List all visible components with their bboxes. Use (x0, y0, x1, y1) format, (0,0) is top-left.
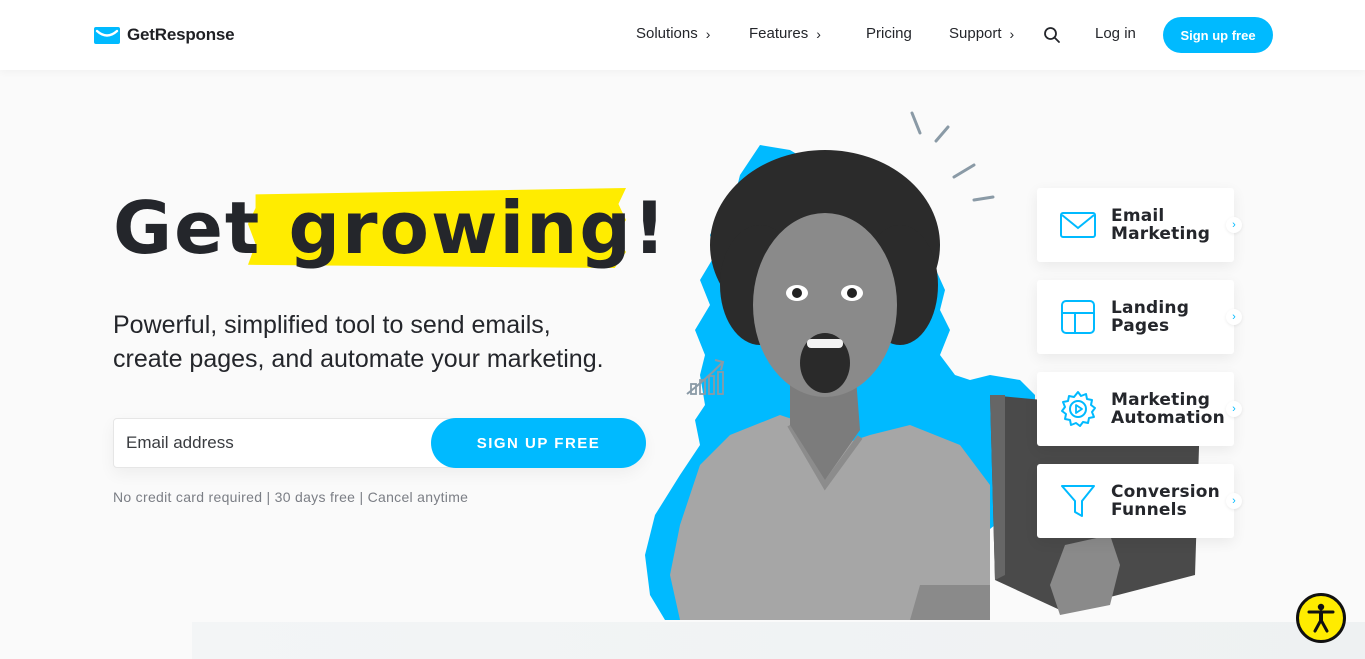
feature-card-label-line-1: Conversion (1111, 482, 1220, 502)
feature-card-email-marketing[interactable]: Email Marketing › (1037, 188, 1242, 262)
accessibility-icon[interactable] (1296, 593, 1346, 643)
feature-card-marketing-automation[interactable]: Marketing Automation › (1037, 372, 1242, 446)
feature-card-label: Email Marketing (1111, 207, 1221, 243)
nav-pricing[interactable]: Pricing (866, 25, 912, 42)
nav-solutions[interactable]: Solutions › (636, 25, 710, 42)
feature-card-label: Marketing Automation (1111, 390, 1225, 428)
gear-play-icon (1061, 391, 1096, 427)
nav-support[interactable]: Support › (949, 25, 1014, 42)
feature-card-label-line-2: Funnels (1111, 500, 1187, 520)
nav-solutions-label: Solutions (636, 25, 698, 42)
signup-free-button[interactable]: SIGN UP FREE (431, 418, 646, 468)
hero-subtitle: Powerful, simplified tool to send emails… (113, 308, 673, 376)
feature-card-label-line-1: Email (1111, 206, 1165, 226)
nav-support-label: Support (949, 25, 1002, 42)
nav-features[interactable]: Features › (749, 25, 821, 42)
site-header: GetResponse Solutions › Features › Prici… (0, 0, 1365, 70)
hero-title-word-2: growing! (288, 186, 668, 270)
feature-card-label-line-2: Pages (1111, 316, 1170, 336)
chevron-right-icon: › (705, 25, 711, 42)
email-input[interactable] (114, 419, 432, 467)
feature-card-label-line-2: Marketing (1111, 224, 1211, 244)
feature-card-label-line-2: Automation (1111, 408, 1225, 428)
chevron-right-icon: › (816, 25, 821, 42)
logo-text: GetResponse (127, 25, 235, 44)
hero-subtitle-line-2: create pages, and automate your marketin… (113, 345, 604, 373)
chevron-right-icon: › (1009, 25, 1015, 42)
search-icon[interactable] (1043, 26, 1061, 44)
feature-card-label: Landing Pages (1111, 299, 1221, 335)
hero-subtitle-line-1: Powerful, simplified tool to send emails… (113, 311, 551, 339)
chevron-right-icon: › (1226, 309, 1242, 325)
feature-card-label: Conversion Funnels (1111, 483, 1221, 519)
feature-card-label-line-1: Marketing (1111, 390, 1211, 410)
layout-icon (1061, 300, 1095, 334)
signup-form: SIGN UP FREE (113, 418, 646, 468)
hero-title: Get growing! (113, 188, 668, 268)
nav-pricing-label: Pricing (866, 25, 912, 42)
login-link[interactable]: Log in (1095, 25, 1136, 42)
hero-title-word-1: Get (113, 186, 262, 270)
feature-card-label-line-1: Landing (1111, 298, 1190, 318)
chevron-right-icon: › (1226, 401, 1242, 417)
hero-illustration (645, 111, 1200, 620)
funnel-icon (1061, 485, 1095, 517)
signup-header-button[interactable]: Sign up free (1163, 17, 1273, 53)
logo[interactable]: GetResponse (93, 24, 235, 46)
feature-card-conversion-funnels[interactable]: Conversion Funnels › (1037, 464, 1242, 538)
logo-envelope-icon (94, 27, 120, 44)
nav-features-label: Features (749, 25, 809, 42)
feature-card-landing-pages[interactable]: Landing Pages › (1037, 280, 1242, 354)
signup-disclaimer: No credit card required | 30 days free |… (113, 489, 469, 505)
chevron-right-icon: › (1226, 217, 1242, 233)
accessibility-figure-icon (1307, 603, 1335, 633)
section-divider (192, 622, 1365, 659)
envelope-icon (1060, 212, 1096, 238)
chevron-right-icon: › (1226, 493, 1242, 509)
growth-chart-icon (686, 359, 725, 395)
